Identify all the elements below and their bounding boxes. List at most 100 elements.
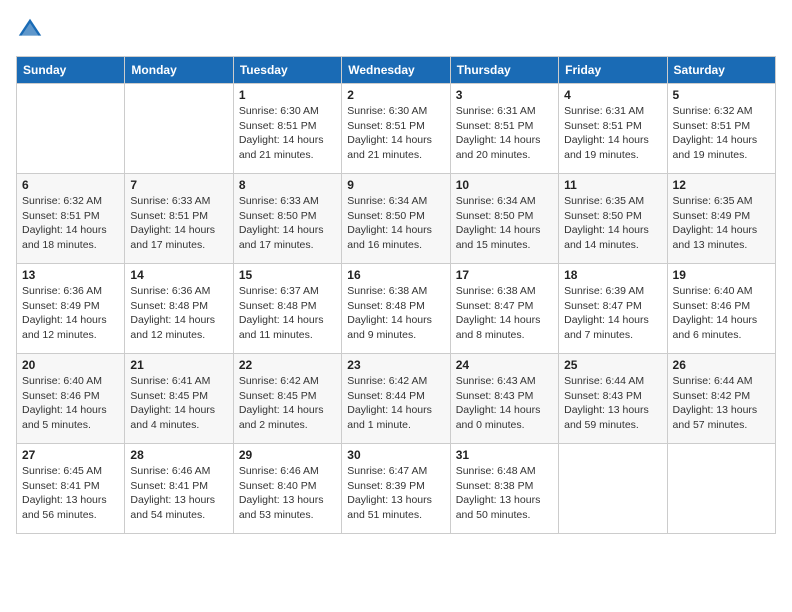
day-info: Sunrise: 6:35 AM Sunset: 8:49 PM Dayligh… [673,194,770,253]
day-number: 14 [130,268,227,282]
day-info: Sunrise: 6:42 AM Sunset: 8:44 PM Dayligh… [347,374,444,433]
calendar-cell: 24 Sunrise: 6:43 AM Sunset: 8:43 PM Dayli… [450,354,558,444]
calendar-cell: 11Sunrise: 6:35 AM Sunset: 8:50 PM Dayli… [559,174,667,264]
day-info: Sunrise: 6:35 AM Sunset: 8:50 PM Dayligh… [564,194,661,253]
page-header [16,16,776,44]
calendar-cell: 6 Sunrise: 6:32 AM Sunset: 8:51 PM Daylig… [17,174,125,264]
day-info: Sunrise: 6:31 AM Sunset: 8:51 PM Dayligh… [564,104,661,163]
calendar-cell: 28 Sunrise: 6:46 AM Sunset: 8:41 PM Dayli… [125,444,233,534]
calendar-cell: 26 Sunrise: 6:44 AM Sunset: 8:42 PM Dayli… [667,354,775,444]
logo [16,16,48,44]
day-number: 1 [239,88,336,102]
day-number: 25 [564,358,661,372]
day-info: Sunrise: 6:47 AM Sunset: 8:39 PM Dayligh… [347,464,444,523]
day-number: 22 [239,358,336,372]
day-info: Sunrise: 6:38 AM Sunset: 8:48 PM Dayligh… [347,284,444,343]
day-number: 2 [347,88,444,102]
calendar-cell: 10Sunrise: 6:34 AM Sunset: 8:50 PM Dayli… [450,174,558,264]
calendar-cell [125,84,233,174]
calendar-cell: 31 Sunrise: 6:48 AM Sunset: 8:38 PM Dayli… [450,444,558,534]
day-number: 27 [22,448,119,462]
day-number: 16 [347,268,444,282]
day-info: Sunrise: 6:40 AM Sunset: 8:46 PM Dayligh… [22,374,119,433]
day-of-week-header: Sunday [17,57,125,84]
day-number: 8 [239,178,336,192]
calendar-week-row: 20 Sunrise: 6:40 AM Sunset: 8:46 PM Dayli… [17,354,776,444]
day-number: 23 [347,358,444,372]
calendar-cell: 27 Sunrise: 6:45 AM Sunset: 8:41 PM Dayli… [17,444,125,534]
day-number: 26 [673,358,770,372]
day-info: Sunrise: 6:41 AM Sunset: 8:45 PM Dayligh… [130,374,227,433]
calendar-cell: 23 Sunrise: 6:42 AM Sunset: 8:44 PM Dayli… [342,354,450,444]
calendar-cell: 25Sunrise: 6:44 AM Sunset: 8:43 PM Dayli… [559,354,667,444]
calendar-cell: 17Sunrise: 6:38 AM Sunset: 8:47 PM Dayli… [450,264,558,354]
day-info: Sunrise: 6:32 AM Sunset: 8:51 PM Dayligh… [22,194,119,253]
calendar-cell: 18 Sunrise: 6:39 AM Sunset: 8:47 PM Dayli… [559,264,667,354]
day-info: Sunrise: 6:48 AM Sunset: 8:38 PM Dayligh… [456,464,553,523]
day-number: 12 [673,178,770,192]
day-info: Sunrise: 6:34 AM Sunset: 8:50 PM Dayligh… [347,194,444,253]
day-info: Sunrise: 6:39 AM Sunset: 8:47 PM Dayligh… [564,284,661,343]
calendar-cell: 16 Sunrise: 6:38 AM Sunset: 8:48 PM Dayli… [342,264,450,354]
day-number: 5 [673,88,770,102]
calendar-table: SundayMondayTuesdayWednesdayThursdayFrid… [16,56,776,534]
day-number: 4 [564,88,661,102]
day-of-week-header: Monday [125,57,233,84]
day-number: 31 [456,448,553,462]
day-info: Sunrise: 6:36 AM Sunset: 8:48 PM Dayligh… [130,284,227,343]
calendar-cell: 7 Sunrise: 6:33 AM Sunset: 8:51 PM Daylig… [125,174,233,264]
day-info: Sunrise: 6:33 AM Sunset: 8:51 PM Dayligh… [130,194,227,253]
day-number: 18 [564,268,661,282]
day-info: Sunrise: 6:40 AM Sunset: 8:46 PM Dayligh… [673,284,770,343]
day-info: Sunrise: 6:45 AM Sunset: 8:41 PM Dayligh… [22,464,119,523]
calendar-cell: 3 Sunrise: 6:31 AM Sunset: 8:51 PM Daylig… [450,84,558,174]
day-number: 6 [22,178,119,192]
calendar-cell: 13 Sunrise: 6:36 AM Sunset: 8:49 PM Dayli… [17,264,125,354]
day-of-week-header: Saturday [667,57,775,84]
calendar-cell: 29 Sunrise: 6:46 AM Sunset: 8:40 PM Dayli… [233,444,341,534]
calendar-cell: 14 Sunrise: 6:36 AM Sunset: 8:48 PM Dayli… [125,264,233,354]
day-number: 19 [673,268,770,282]
day-info: Sunrise: 6:46 AM Sunset: 8:40 PM Dayligh… [239,464,336,523]
day-of-week-header: Friday [559,57,667,84]
calendar-header-row: SundayMondayTuesdayWednesdayThursdayFrid… [17,57,776,84]
day-info: Sunrise: 6:36 AM Sunset: 8:49 PM Dayligh… [22,284,119,343]
calendar-week-row: 6 Sunrise: 6:32 AM Sunset: 8:51 PM Daylig… [17,174,776,264]
day-info: Sunrise: 6:43 AM Sunset: 8:43 PM Dayligh… [456,374,553,433]
day-number: 29 [239,448,336,462]
calendar-cell [17,84,125,174]
day-number: 13 [22,268,119,282]
day-number: 17 [456,268,553,282]
calendar-cell: 20 Sunrise: 6:40 AM Sunset: 8:46 PM Dayli… [17,354,125,444]
day-number: 20 [22,358,119,372]
calendar-cell: 5Sunrise: 6:32 AM Sunset: 8:51 PM Daylig… [667,84,775,174]
day-info: Sunrise: 6:30 AM Sunset: 8:51 PM Dayligh… [347,104,444,163]
day-of-week-header: Thursday [450,57,558,84]
day-number: 24 [456,358,553,372]
calendar-cell: 9Sunrise: 6:34 AM Sunset: 8:50 PM Daylig… [342,174,450,264]
day-info: Sunrise: 6:42 AM Sunset: 8:45 PM Dayligh… [239,374,336,433]
calendar-cell: 22 Sunrise: 6:42 AM Sunset: 8:45 PM Dayli… [233,354,341,444]
day-number: 10 [456,178,553,192]
calendar-cell: 15 Sunrise: 6:37 AM Sunset: 8:48 PM Dayli… [233,264,341,354]
day-number: 3 [456,88,553,102]
calendar-week-row: 13 Sunrise: 6:36 AM Sunset: 8:49 PM Dayli… [17,264,776,354]
calendar-cell: 2 Sunrise: 6:30 AM Sunset: 8:51 PM Daylig… [342,84,450,174]
day-info: Sunrise: 6:46 AM Sunset: 8:41 PM Dayligh… [130,464,227,523]
calendar-cell [559,444,667,534]
calendar-cell: 4 Sunrise: 6:31 AM Sunset: 8:51 PM Daylig… [559,84,667,174]
day-info: Sunrise: 6:37 AM Sunset: 8:48 PM Dayligh… [239,284,336,343]
day-info: Sunrise: 6:44 AM Sunset: 8:42 PM Dayligh… [673,374,770,433]
day-number: 7 [130,178,227,192]
day-info: Sunrise: 6:31 AM Sunset: 8:51 PM Dayligh… [456,104,553,163]
calendar-cell: 21Sunrise: 6:41 AM Sunset: 8:45 PM Dayli… [125,354,233,444]
calendar-week-row: 1 Sunrise: 6:30 AM Sunset: 8:51 PM Daylig… [17,84,776,174]
day-of-week-header: Wednesday [342,57,450,84]
day-number: 28 [130,448,227,462]
day-number: 15 [239,268,336,282]
logo-icon [16,16,44,44]
calendar-cell: 19 Sunrise: 6:40 AM Sunset: 8:46 PM Dayli… [667,264,775,354]
calendar-cell: 30Sunrise: 6:47 AM Sunset: 8:39 PM Dayli… [342,444,450,534]
day-of-week-header: Tuesday [233,57,341,84]
calendar-cell [667,444,775,534]
